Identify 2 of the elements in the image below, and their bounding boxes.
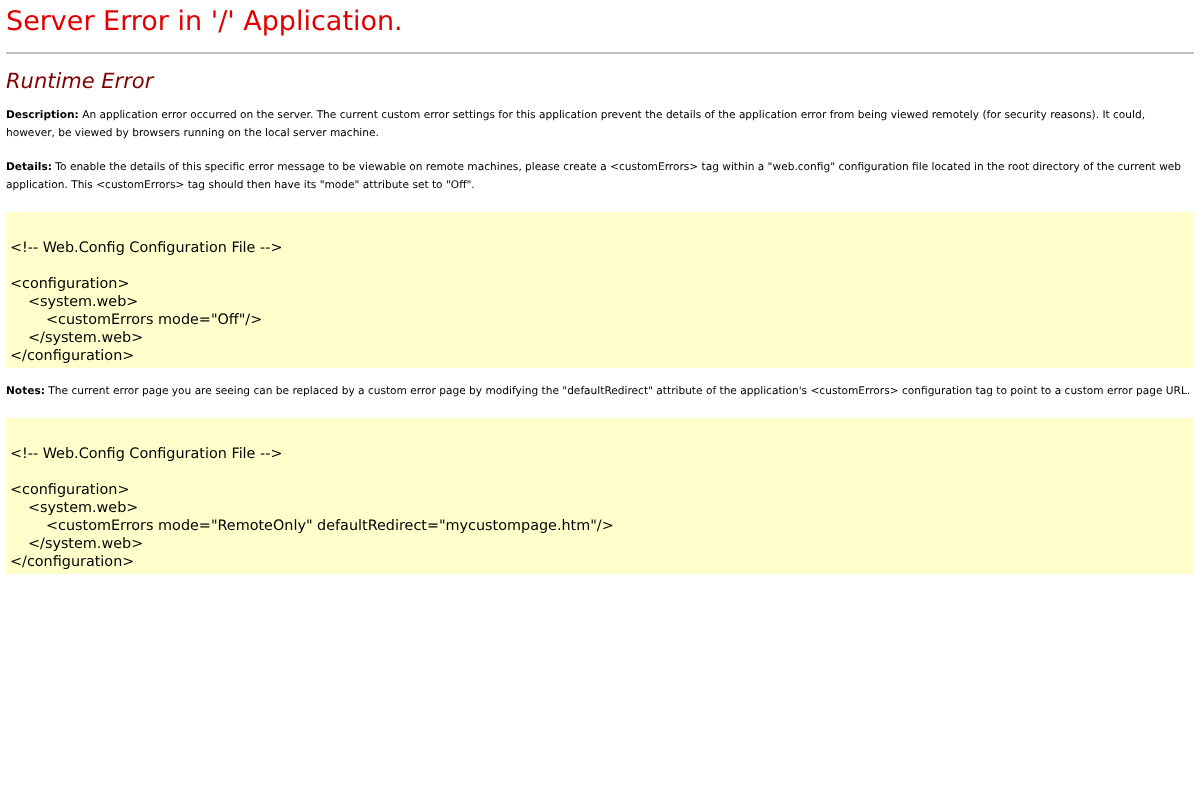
error-heading: Runtime Error — [6, 70, 157, 94]
page-title: Server Error in '/' Application. — [6, 4, 405, 40]
